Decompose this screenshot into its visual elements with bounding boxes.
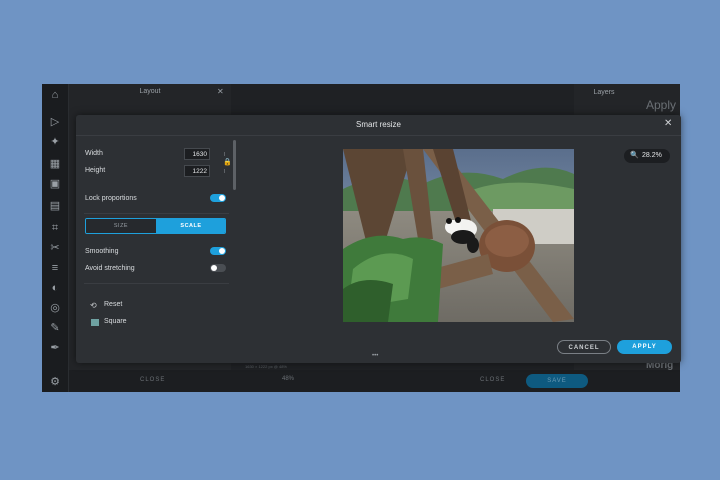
height-label: Height [85, 167, 106, 174]
panda-photo-preview [343, 149, 574, 322]
bottom-save-button[interactable]: SAVE [526, 374, 588, 388]
mode-segmented-control: SIZE SCALE [85, 218, 226, 234]
apply-button[interactable]: APPLY [617, 340, 672, 354]
square-preset[interactable]: Square [104, 318, 127, 325]
smart-resize-dialog: Smart resize ✕ Width 1630 Height 1222 🔒 … [76, 115, 681, 363]
frame-icon[interactable]: ▣ [49, 178, 61, 190]
zoom-level-badge[interactable]: 🔍 28.2% [624, 149, 670, 163]
brush-icon[interactable]: ✎ [49, 322, 61, 334]
pen-icon[interactable]: ✒ [49, 342, 61, 354]
width-field[interactable]: 1630 [184, 148, 210, 160]
height-field[interactable]: 1222 [184, 165, 210, 177]
dialog-title: Smart resize [356, 120, 401, 129]
divider [84, 283, 229, 284]
more-dots-icon[interactable]: ••• [372, 353, 378, 359]
magnifier-icon: 🔍 [630, 152, 639, 159]
lock-proportions-toggle[interactable] [210, 194, 226, 202]
layers-label: Layers [593, 89, 615, 96]
home-icon[interactable]: ⌂ [49, 89, 61, 101]
divider [84, 213, 229, 214]
toggle-knob [219, 248, 225, 254]
options-scrollbar[interactable] [233, 140, 236, 190]
crop-icon[interactable]: ⌗ [49, 222, 61, 234]
adjust-icon[interactable]: ≡ [49, 262, 61, 274]
avoid-stretching-toggle[interactable] [210, 264, 226, 272]
lock-icon[interactable]: 🔒 [223, 158, 232, 166]
scale-mode-button[interactable]: SCALE [156, 219, 225, 233]
grid-icon[interactable]: ▤ [49, 200, 61, 212]
square-swatch[interactable] [91, 319, 99, 326]
lock-proportions-label: Lock proportions [85, 195, 137, 202]
tool-sidebar: ⌂ ▷ ✦ ▦ ▣ ▤ ⌗ ✂ ≡ ◐ ◎ ✎ ✒ ⚙ [42, 84, 69, 392]
smoothing-label: Smoothing [85, 248, 119, 255]
resize-options-panel: Width 1630 Height 1222 🔒 Lock proportion… [76, 136, 239, 363]
link-bracket-bottom [219, 169, 225, 173]
toggle-knob [211, 265, 217, 271]
filter-icon[interactable]: ◎ [49, 302, 61, 314]
link-bracket-top [219, 152, 225, 156]
close-icon[interactable]: ✕ [664, 118, 672, 129]
background-apply-text: Apply [646, 98, 677, 112]
bottom-close-button-right[interactable]: CLOSE [480, 377, 505, 383]
reset-button[interactable]: Reset [104, 301, 122, 308]
layout-icon[interactable]: ▦ [49, 158, 61, 170]
layout-panel-title: Layout [139, 88, 161, 95]
canvas-dims: 1630 × 1222 px @ 48% [245, 364, 287, 369]
magic-icon[interactable]: ✦ [49, 136, 61, 148]
toggle-knob [219, 195, 225, 201]
cancel-button[interactable]: CANCEL [557, 340, 611, 354]
contrast-icon[interactable]: ◐ [49, 282, 61, 294]
smoothing-toggle[interactable] [210, 247, 226, 255]
width-label: Width [85, 150, 103, 157]
bottom-close-button-left[interactable]: CLOSE [140, 377, 165, 383]
size-mode-button[interactable]: SIZE [86, 219, 156, 233]
cut-icon[interactable]: ✂ [49, 242, 61, 254]
zoom-level-text: 28.2% [642, 152, 662, 159]
dialog-header: Smart resize ✕ [76, 115, 681, 136]
settings-gear-icon[interactable]: ⚙ [49, 376, 61, 388]
reset-icon[interactable]: ⟲ [90, 301, 97, 310]
panel-close-icon[interactable]: ✕ [217, 87, 224, 96]
crop-tool-icon[interactable]: ▷ [49, 116, 61, 128]
avoid-stretching-label: Avoid stretching [85, 265, 135, 272]
bottom-zoom-level[interactable]: 48% [282, 376, 294, 382]
